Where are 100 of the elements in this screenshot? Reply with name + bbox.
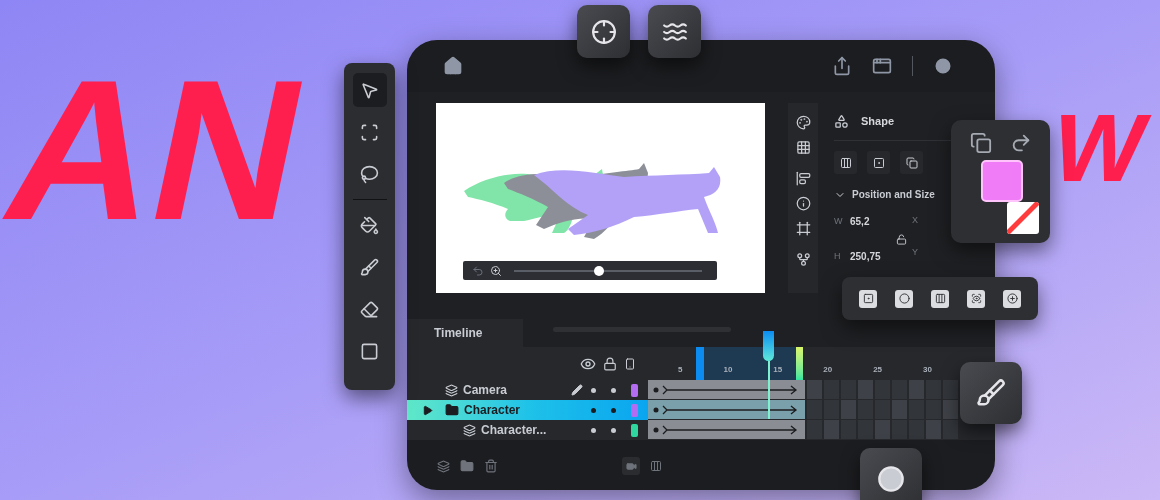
eraser-icon bbox=[360, 299, 379, 319]
ruler-number: 30 bbox=[923, 364, 932, 376]
shape-mode-button[interactable] bbox=[859, 289, 877, 308]
frame-cell[interactable] bbox=[943, 420, 958, 439]
panel-title: Shape bbox=[861, 113, 894, 129]
shape-mode-button[interactable] bbox=[931, 289, 949, 308]
range-end-marker[interactable] bbox=[796, 347, 803, 380]
axis-label: Y bbox=[912, 246, 918, 258]
frame-cell[interactable] bbox=[807, 420, 822, 439]
axis-label: X bbox=[912, 214, 918, 226]
frame-cell[interactable] bbox=[875, 400, 890, 419]
shape-option-icon bbox=[839, 156, 852, 169]
shape-mode-icon bbox=[970, 293, 982, 304]
fill-swatch[interactable] bbox=[980, 160, 1023, 202]
shape-mode-button[interactable] bbox=[967, 289, 985, 308]
frame-cell[interactable] bbox=[807, 380, 822, 399]
timeline-tab[interactable]: Timeline bbox=[407, 319, 523, 347]
playhead[interactable] bbox=[763, 331, 774, 419]
wave-button[interactable] bbox=[648, 5, 701, 58]
tween-span[interactable] bbox=[648, 380, 805, 400]
window-icon[interactable] bbox=[872, 56, 892, 76]
layer-row[interactable]: Character bbox=[407, 400, 648, 420]
shape-mode-button[interactable] bbox=[1003, 289, 1021, 308]
shape-option-button[interactable] bbox=[867, 151, 890, 174]
camera-reset-icon[interactable] bbox=[472, 264, 484, 277]
lasso-icon bbox=[360, 164, 379, 184]
onion-skin-button[interactable] bbox=[860, 448, 922, 500]
layer-color-chip[interactable] bbox=[631, 423, 638, 437]
frame-cell[interactable] bbox=[841, 420, 856, 439]
shape-mode-icon bbox=[898, 293, 910, 304]
frame-cell[interactable] bbox=[824, 400, 839, 419]
tween-span[interactable] bbox=[648, 420, 805, 440]
frame-cell[interactable] bbox=[858, 420, 873, 439]
square-icon bbox=[360, 341, 379, 361]
brush-icon bbox=[360, 257, 379, 277]
folder-icon bbox=[445, 403, 459, 417]
tween-arrow-icon bbox=[653, 384, 798, 395]
layer-row[interactable]: Camera bbox=[407, 380, 648, 400]
layer-color-chip[interactable] bbox=[631, 403, 638, 417]
frame-cell[interactable] bbox=[824, 420, 839, 439]
tween-span[interactable] bbox=[648, 400, 805, 420]
layers-icon[interactable] bbox=[969, 132, 992, 154]
lock-icon[interactable] bbox=[603, 356, 617, 371]
layer-color-chip[interactable] bbox=[631, 383, 638, 397]
target-pen-button[interactable] bbox=[577, 5, 630, 58]
camera-zoom-icon[interactable] bbox=[490, 264, 502, 277]
headline-text: AN bbox=[0, 50, 323, 250]
field-value[interactable]: 250,75 bbox=[850, 249, 892, 264]
frame-cell[interactable] bbox=[943, 380, 958, 399]
frame-cell[interactable] bbox=[875, 420, 890, 439]
frame-cell[interactable] bbox=[858, 400, 873, 419]
frame-icon bbox=[360, 122, 379, 142]
columns-icon[interactable] bbox=[650, 460, 662, 472]
shape-mode-button[interactable] bbox=[895, 289, 913, 308]
layer-name: Character... bbox=[481, 422, 547, 439]
stroke-swatch[interactable] bbox=[1006, 202, 1039, 234]
frame-cell[interactable] bbox=[926, 420, 941, 439]
tween-arrow-icon bbox=[653, 404, 798, 415]
frame-icon[interactable] bbox=[795, 221, 811, 236]
add-brush-button[interactable] bbox=[960, 362, 1022, 424]
frame-cell[interactable] bbox=[909, 420, 924, 439]
frame-cell[interactable] bbox=[892, 380, 907, 399]
palette-icon[interactable] bbox=[795, 115, 811, 130]
frame-cell[interactable] bbox=[841, 380, 856, 399]
camera-icon bbox=[625, 460, 637, 472]
frame-cell[interactable] bbox=[909, 400, 924, 419]
zoom-slider-thumb[interactable] bbox=[593, 265, 604, 276]
frame-cell[interactable] bbox=[858, 380, 873, 399]
camera-button[interactable] bbox=[622, 457, 640, 475]
share-icon[interactable] bbox=[832, 56, 852, 76]
layer-icon bbox=[463, 423, 476, 437]
info-icon[interactable] bbox=[795, 196, 811, 211]
frame-cell[interactable] bbox=[892, 400, 907, 419]
ruler-number: 10 bbox=[723, 364, 733, 376]
shape-option-icon bbox=[905, 156, 918, 169]
outline-icon[interactable] bbox=[624, 356, 636, 371]
frame-cell[interactable] bbox=[926, 400, 941, 419]
trash-icon[interactable] bbox=[484, 459, 498, 473]
grid-icon[interactable] bbox=[795, 140, 811, 155]
lock-icon[interactable] bbox=[895, 233, 907, 245]
frame-cell[interactable] bbox=[943, 400, 958, 419]
frame-cell[interactable] bbox=[807, 400, 822, 419]
frame-cell[interactable] bbox=[909, 380, 924, 399]
frame-cell[interactable] bbox=[892, 420, 907, 439]
section-header[interactable]: Position and Size bbox=[834, 187, 935, 202]
align-icon[interactable] bbox=[795, 171, 811, 186]
frame-cell[interactable] bbox=[841, 400, 856, 419]
tween-arrow-icon bbox=[653, 424, 798, 435]
range-start-marker[interactable] bbox=[696, 347, 704, 380]
pointer-icon bbox=[360, 80, 379, 100]
new-layer-icon[interactable] bbox=[437, 459, 450, 473]
expand-triangle-icon[interactable] bbox=[422, 404, 433, 416]
tool-button[interactable] bbox=[352, 73, 387, 107]
shape-icon bbox=[834, 113, 849, 129]
shape-option-button[interactable] bbox=[834, 151, 857, 174]
home-icon[interactable] bbox=[443, 56, 463, 76]
new-folder-icon[interactable] bbox=[460, 459, 474, 473]
layer-row[interactable]: Character... bbox=[407, 420, 648, 440]
field-value[interactable]: 65,2 bbox=[850, 214, 892, 229]
ruler-number: 15 bbox=[773, 364, 783, 376]
